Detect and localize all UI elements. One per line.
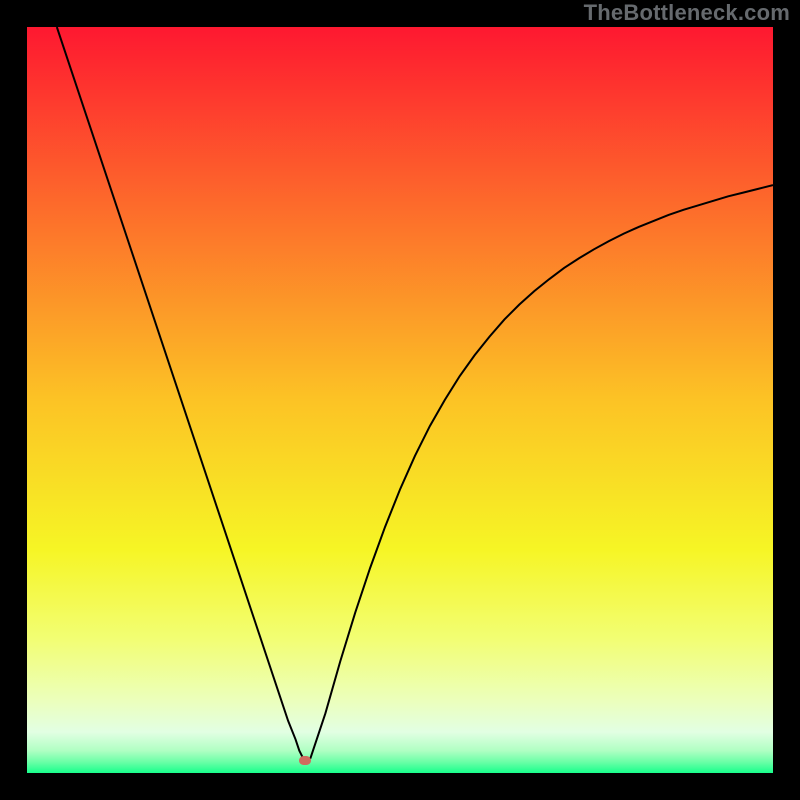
watermark-text: TheBottleneck.com [584, 0, 790, 26]
minimum-marker [299, 756, 311, 765]
bottleneck-chart [27, 27, 773, 773]
plot-background [27, 27, 773, 773]
chart-frame: TheBottleneck.com [0, 0, 800, 800]
